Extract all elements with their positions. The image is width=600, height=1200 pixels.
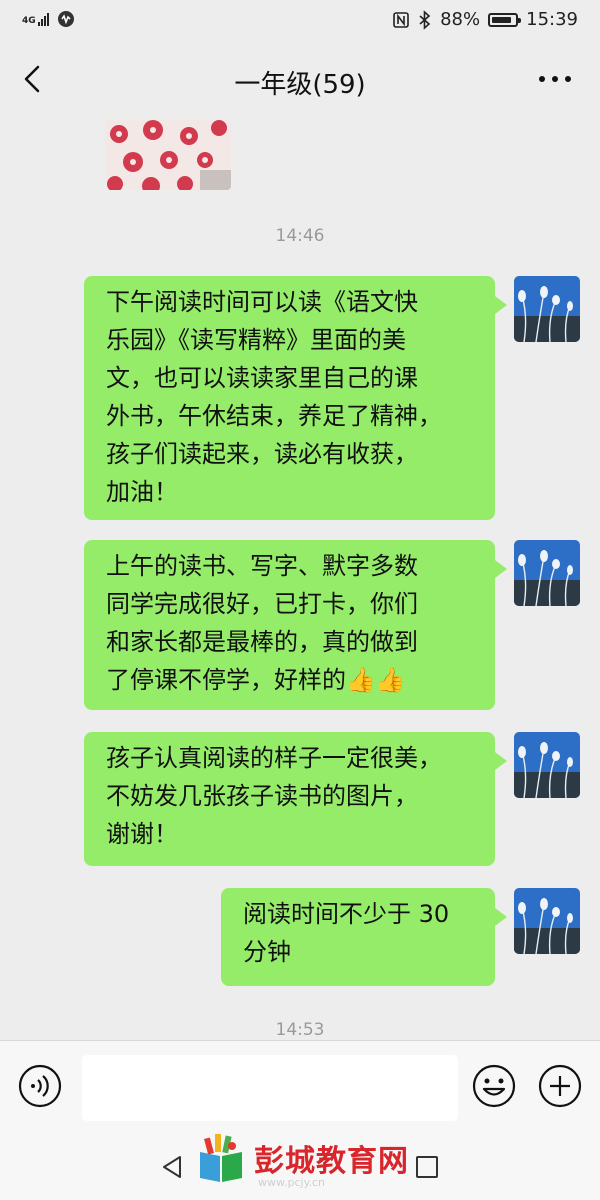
message-line: 不妨发几张孩子读书的图片，	[106, 782, 418, 810]
reed-sky-avatar-image	[514, 732, 580, 798]
bluetooth-icon	[419, 9, 431, 30]
message-line: 和家长都是最棒的，真的做到	[106, 628, 418, 656]
message-line: 同学完成很好，已打卡，你们	[106, 590, 418, 618]
message-bubble[interactable]: 孩子认真阅读的样子一定很美， 不妨发几张孩子读书的图片， 谢谢！	[84, 732, 507, 866]
chat-header: 一年级(59)	[0, 42, 600, 118]
message-line: 上午的读书、写字、默字多数	[106, 552, 418, 580]
input-bar	[0, 1040, 600, 1129]
reed-sky-avatar-image	[514, 276, 580, 342]
nfc-icon	[393, 11, 409, 28]
timestamp: 14:46	[275, 226, 325, 246]
message-line: 孩子们读起来，读必有收获，	[106, 440, 418, 468]
nav-back-icon[interactable]	[160, 1154, 184, 1180]
message-line: 了停课不停学，好样的👍👍	[106, 666, 406, 694]
avatar[interactable]	[514, 732, 580, 798]
watermark-url: www.pcjy.cn	[258, 1176, 326, 1189]
clock: 15:39	[526, 9, 578, 30]
signal-group: 4G	[22, 12, 49, 26]
reed-sky-avatar-image	[514, 540, 580, 606]
message-bubble[interactable]: 下午阅读时间可以读《语文快 乐园》《读写精粹》里面的美 文，也可以读读家里自己的…	[84, 276, 507, 520]
nav-recents-icon[interactable]	[416, 1156, 438, 1178]
battery-percent: 88%	[440, 9, 481, 30]
avatar[interactable]	[514, 540, 580, 606]
emoji-icon[interactable]	[472, 1064, 516, 1108]
watermark-logo-icon	[200, 1134, 242, 1182]
message-line: 谢谢！	[106, 820, 178, 848]
plus-icon[interactable]	[538, 1064, 582, 1108]
battery-fill	[492, 16, 512, 23]
signal-icon	[37, 12, 49, 26]
message-line: 孩子认真阅读的样子一定很美，	[106, 744, 442, 772]
voice-message-status-icon	[57, 11, 74, 27]
battery-icon	[488, 12, 522, 27]
watermark-text: 彭城教育网	[254, 1144, 409, 1179]
system-navigation: 彭城教育网 www.pcjy.cn	[0, 1128, 600, 1200]
chat-title: 一年级(59)	[234, 70, 366, 100]
status-left: 4G	[22, 10, 75, 28]
message-line: 分钟	[243, 938, 291, 966]
message-bubble[interactable]: 上午的读书、写字、默字多数 同学完成很好，已打卡，你们 和家长都是最棒的，真的做…	[84, 540, 507, 710]
status-bar: 4G 88% 15:39	[0, 0, 600, 42]
image-message[interactable]	[105, 120, 231, 190]
flower-pattern-image	[105, 120, 231, 190]
message-line: 加油！	[106, 478, 178, 506]
message-line: 外书，午休结束，养足了精神，	[106, 402, 442, 430]
more-dots-icon[interactable]	[538, 74, 572, 84]
message-list[interactable]: 14:46 下午阅读时间可以读《语文快 乐园》《读写精粹》里面的美 文，也可以读…	[0, 118, 600, 1040]
network-type: 4G	[22, 16, 36, 26]
voice-icon[interactable]	[18, 1064, 62, 1108]
message-line: 下午阅读时间可以读《语文快	[106, 288, 418, 316]
message-line: 文，也可以读读家里自己的课	[106, 364, 418, 392]
avatar[interactable]	[514, 276, 580, 342]
reed-sky-avatar-image	[514, 888, 580, 954]
message-bubble[interactable]: 阅读时间不少于 30 分钟	[221, 888, 507, 986]
message-line: 阅读时间不少于 30	[243, 900, 450, 928]
avatar[interactable]	[514, 888, 580, 954]
message-line: 乐园》《读写精粹》里面的美	[106, 326, 406, 354]
timestamp: 14:53	[275, 1020, 325, 1040]
status-right: 88% 15:39	[392, 9, 578, 30]
message-input[interactable]	[82, 1055, 458, 1121]
